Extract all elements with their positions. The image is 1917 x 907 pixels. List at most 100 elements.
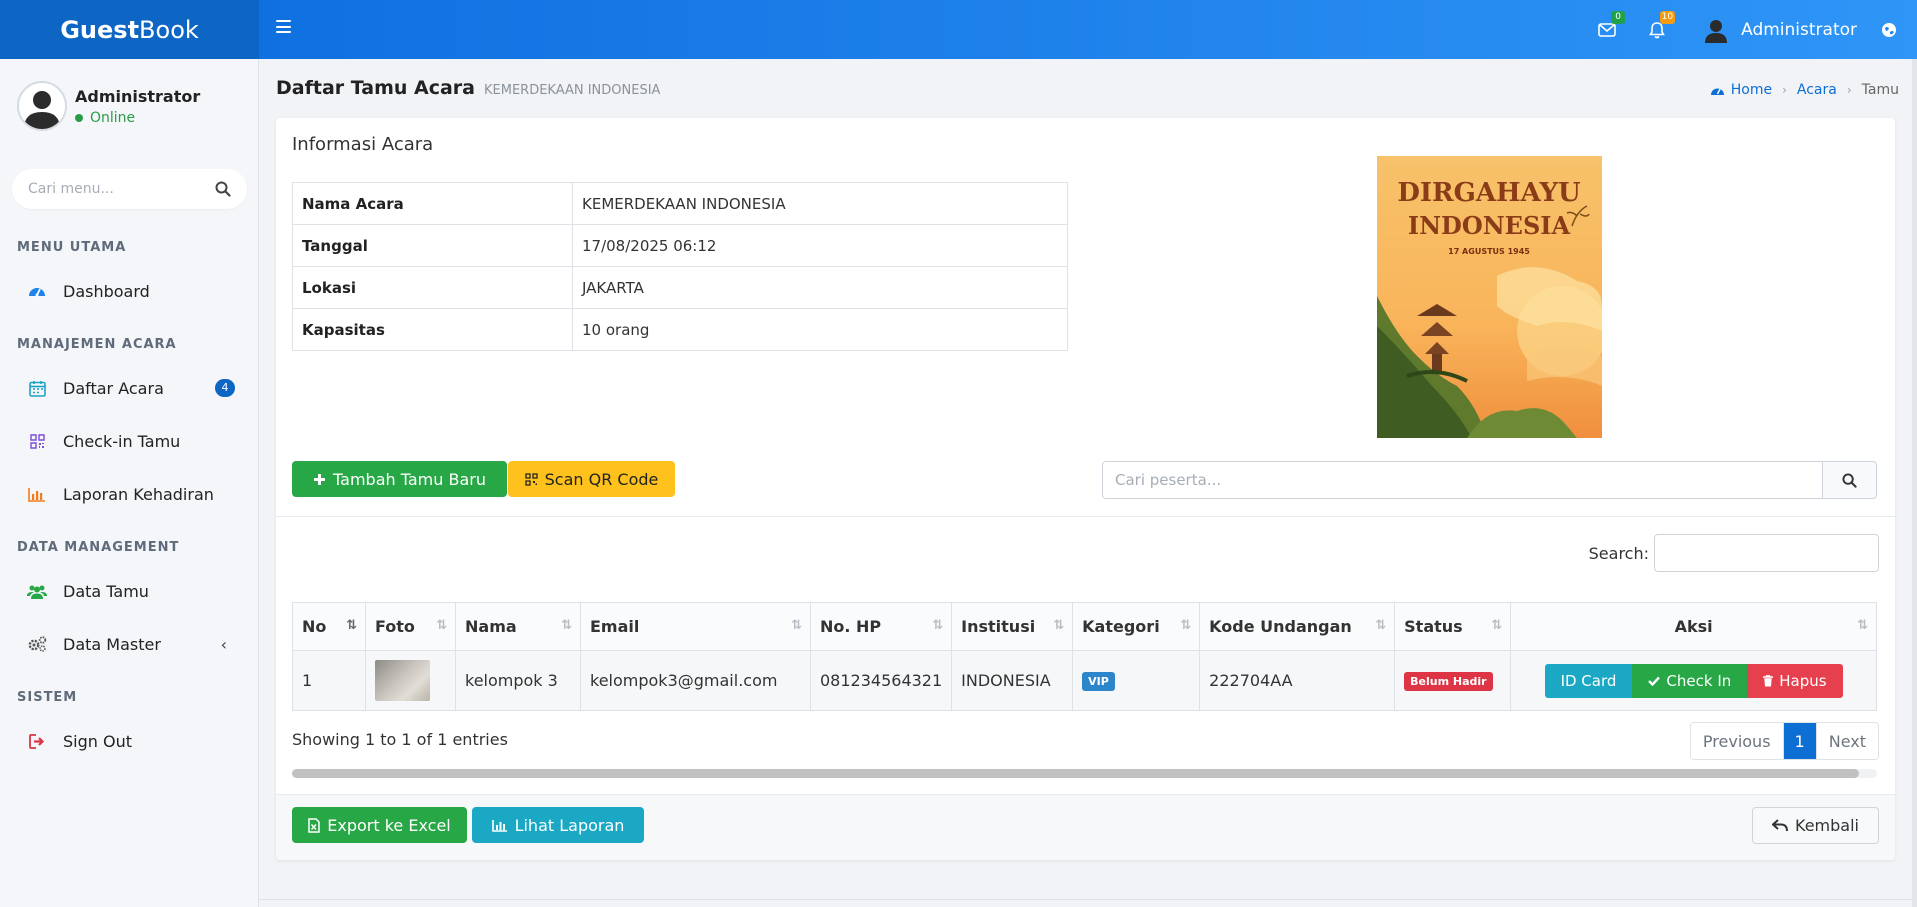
sort-icon: ⇅ [561,618,572,633]
trash-icon [1763,674,1774,687]
column-header-email[interactable]: Email ⇅ [580,602,811,651]
sidebar-user-name: Administrator [75,86,201,106]
sidebar-item-signout[interactable]: Sign Out [27,724,237,758]
pagination-page[interactable]: 1 [1783,723,1817,759]
avatar [17,81,67,131]
divider [276,516,1895,517]
cogs-icon [27,634,47,654]
sidebar-item-label: Laporan Kehadiran [63,484,214,504]
user-menu-name: Administrator [1741,19,1857,40]
chevron-left-icon: ‹ [220,634,227,654]
status-text: Online [90,109,136,126]
breadcrumb-home[interactable]: Home [1731,82,1772,98]
qrcode-icon [27,431,47,451]
sidebar-item-master[interactable]: Data Master ‹ [27,627,237,661]
divider [259,899,1917,900]
poster-line3: 17 AGUSTUS 1945 [1448,247,1530,256]
column-header-hp[interactable]: No. HP ⇅ [809,602,953,651]
info-label: Kapasitas [292,308,573,351]
table-search-input[interactable] [1654,534,1879,572]
pagination-next[interactable]: Next [1816,723,1878,759]
sidebar-user-panel: Administrator Online [17,81,200,131]
sort-asc-icon: ⇅ [346,618,357,633]
sidebar-item-label: Sign Out [63,731,132,751]
view-report-button[interactable]: Lihat Laporan [472,807,644,843]
info-value: 10 orang [572,308,1068,351]
column-header-institusi[interactable]: Institusi ⇅ [951,602,1074,651]
reply-arrow-icon [1772,819,1788,832]
add-guest-button[interactable]: Tambah Tamu Baru [292,461,507,497]
plus-icon [313,473,326,486]
cell-institusi: INDONESIA [951,650,1074,711]
sign-out-icon [27,731,47,751]
breadcrumb-acara[interactable]: Acara [1797,82,1837,98]
sidebar-item-checkin[interactable]: Check-in Tamu [27,424,237,458]
envelope-icon[interactable]: 0 [1597,10,1626,40]
globe-icon[interactable] [1881,22,1897,38]
sidebar-item-report[interactable]: Laporan Kehadiran [27,477,237,511]
app-logo[interactable]: Guest Book [0,0,259,59]
scrollbar-thumb[interactable] [292,769,1859,778]
participant-search [1102,461,1877,499]
guest-photo[interactable] [375,660,430,701]
column-header-aksi[interactable]: Aksi ⇅ [1510,602,1877,651]
table-row: 1 kelompok 3 kelompok3@gmail.com 0812345… [292,650,1877,711]
cell-email: kelompok3@gmail.com [580,650,811,711]
column-header-kategori[interactable]: Kategori ⇅ [1072,602,1201,651]
horizontal-scrollbar[interactable] [292,769,1877,778]
menu-toggle-icon[interactable] [276,20,291,33]
menu-header-main: MENU UTAMA [17,240,127,255]
column-header-status[interactable]: Status ⇅ [1394,602,1512,651]
participant-search-button[interactable] [1822,462,1876,498]
page-subtitle: KEMERDEKAAN INDONESIA [484,83,661,98]
sidebar-item-label: Dashboard [63,281,150,301]
sort-icon: ⇅ [1491,618,1503,633]
sidebar-item-guests[interactable]: Data Tamu [27,574,237,608]
user-menu[interactable]: Administrator [1703,17,1857,43]
sort-icon: ⇅ [436,618,447,633]
sidebar-item-label: Daftar Acara [63,378,164,398]
info-label: Tanggal [292,224,573,267]
sidebar-item-label: Data Tamu [63,581,149,601]
bell-icon[interactable]: 10 [1647,10,1676,40]
info-value: KEMERDEKAAN INDONESIA [572,182,1068,225]
back-button[interactable]: Kembali [1752,807,1879,844]
info-label: Nama Acara [292,182,573,225]
column-header-foto[interactable]: Foto ⇅ [365,602,456,651]
cell-foto [365,650,456,711]
bar-chart-icon [491,819,508,832]
scan-qr-button[interactable]: Scan QR Code [508,461,675,497]
column-header-no[interactable]: No ⇅ [292,602,366,651]
navbar: 0 10 Administrator [259,0,1917,59]
search-icon[interactable] [215,181,231,197]
delete-button[interactable]: Hapus [1747,663,1843,698]
vertical-scrollbar[interactable] [1912,59,1917,907]
sidebar-search-input[interactable] [28,181,215,197]
id-card-button[interactable]: ID Card [1544,663,1633,698]
sort-icon: ⇅ [1375,618,1387,633]
table-info: Showing 1 to 1 of 1 entries [292,730,508,749]
pagination-previous[interactable]: Previous [1690,723,1784,759]
info-label: Lokasi [292,266,573,309]
events-count-badge: 4 [215,379,235,397]
cell-no: 1 [292,650,366,711]
event-info-title: Informasi Acara [292,134,434,155]
poster-line2: INDONESIA [1408,211,1571,240]
pagination: Previous 1 Next [1689,722,1879,760]
table-search: Search: [1589,534,1879,572]
column-header-kode[interactable]: Kode Undangan ⇅ [1199,602,1396,651]
table-search-label: Search: [1588,543,1649,563]
user-avatar-icon [1705,19,1728,43]
column-header-nama[interactable]: Nama ⇅ [455,602,581,651]
cell-hp: 081234564321 [809,650,953,711]
export-excel-button[interactable]: Export ke Excel [292,807,467,843]
sidebar-item-events[interactable]: Daftar Acara 4 [27,371,237,405]
participant-search-input[interactable] [1103,462,1822,498]
event-info-table: Nama Acara KEMERDEKAAN INDONESIA Tanggal 1… [292,182,1068,351]
info-row: Kapasitas 10 orang [292,308,1068,351]
sidebar-item-dashboard[interactable]: Dashboard [27,274,237,308]
breadcrumb: Home › Acara › Tamu [1710,82,1899,98]
check-in-button[interactable]: Check In [1632,663,1748,698]
cell-kode: 222704AA [1199,650,1396,711]
guests-table: No ⇅ Foto ⇅ Nama ⇅ Email ⇅ No. HP ⇅ Institusi… [292,602,1877,711]
